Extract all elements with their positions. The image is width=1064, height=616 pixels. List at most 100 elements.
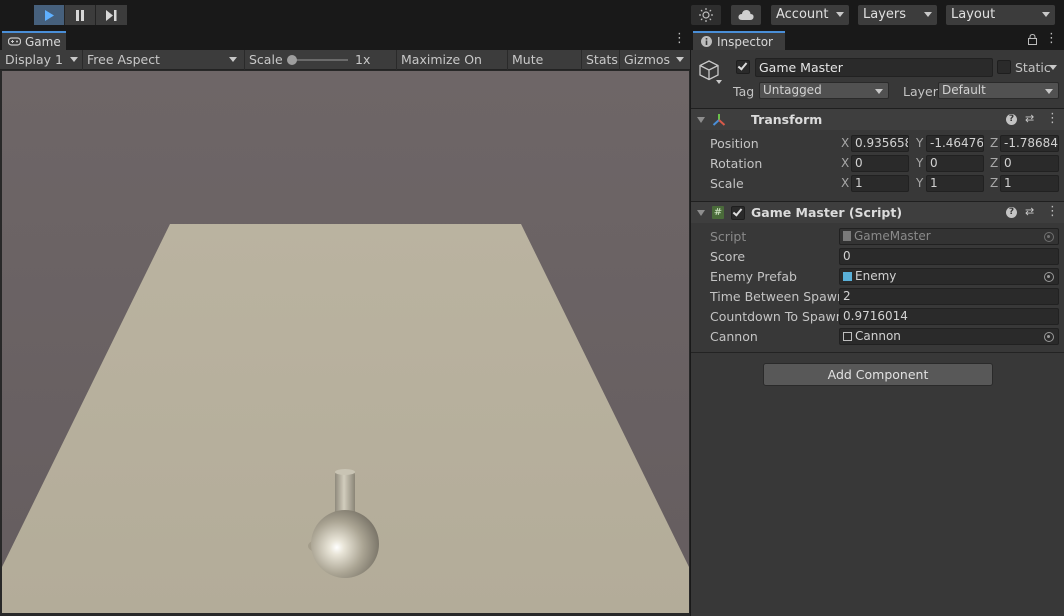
preset-icon[interactable]: ⇄: [1025, 112, 1034, 125]
pause-button[interactable]: [65, 5, 96, 25]
tab-game[interactable]: Game: [2, 31, 66, 50]
scale-y-value: 1: [930, 176, 938, 190]
scale-slider-thumb[interactable]: [287, 55, 297, 65]
scale-z-field[interactable]: 1: [1000, 175, 1059, 192]
scale-control: Scale 1x: [244, 50, 396, 70]
inspector-menu-icon[interactable]: ⋮: [1045, 32, 1058, 46]
axis-z-label: Z: [990, 136, 999, 150]
object-name-value: Game Master: [759, 60, 843, 75]
position-z-field[interactable]: -1.786842: [1000, 135, 1059, 152]
maximize-on-play-toggle[interactable]: Maximize On Play: [396, 50, 507, 86]
game-menu-icon[interactable]: ⋮: [673, 32, 686, 46]
foldout-arrow-icon[interactable]: [697, 210, 705, 216]
scale-z-value: 1: [1004, 176, 1012, 190]
help-icon[interactable]: ?: [1006, 114, 1017, 125]
step-button[interactable]: [96, 5, 127, 25]
step-icon: [106, 9, 117, 21]
script-component-header[interactable]: # Game Master (Script) ? ⇄ ⋮: [691, 201, 1064, 223]
chevron-down-icon: [70, 57, 78, 62]
chevron-down-icon: [836, 12, 844, 17]
active-checkbox[interactable]: [736, 60, 750, 74]
chevron-down-icon[interactable]: [1049, 65, 1057, 70]
chevron-down-icon: [1042, 12, 1050, 17]
game-viewport[interactable]: [2, 71, 689, 613]
axis-z-label: Z: [990, 176, 999, 190]
object-name-field[interactable]: Game Master: [755, 58, 993, 77]
enemy-prefab-label: Enemy Prefab: [710, 269, 797, 284]
enemy-prefab-value: Enemy: [855, 269, 897, 283]
script-field: GameMaster: [839, 228, 1059, 245]
layers-dropdown[interactable]: Layers: [858, 5, 937, 25]
chevron-down-icon: [1045, 89, 1053, 94]
layer-dropdown[interactable]: Default: [938, 82, 1059, 99]
tag-dropdown[interactable]: Untagged: [759, 82, 889, 99]
transform-header[interactable]: Transform ? ⇄ ⋮: [691, 108, 1064, 130]
checkmark-icon: [737, 60, 748, 71]
static-label: Static: [1015, 60, 1051, 75]
cloud-button[interactable]: [731, 5, 761, 25]
scale-y-field[interactable]: 1: [926, 175, 984, 192]
scale-label: Scale: [249, 52, 283, 67]
gizmos-dropdown[interactable]: Gizmos: [619, 50, 689, 70]
time-between-spawn-value: 2: [843, 289, 851, 303]
axis-x-label: X: [841, 156, 850, 170]
layers-label: Layers: [863, 7, 907, 22]
scale-x-field[interactable]: 1: [851, 175, 909, 192]
stats-toggle[interactable]: Stats: [581, 50, 619, 70]
position-x-field[interactable]: 0.935658: [851, 135, 909, 152]
display-dropdown[interactable]: Display 1: [0, 50, 82, 70]
position-y-field[interactable]: -1.46476: [926, 135, 984, 152]
scale-slider-track[interactable]: [290, 59, 348, 61]
rotation-x-field[interactable]: 0: [851, 155, 909, 172]
countdown-field[interactable]: 0.9716014: [839, 308, 1059, 325]
gizmos-label: Gizmos: [624, 52, 671, 67]
rotation-z-field[interactable]: 0: [1000, 155, 1059, 172]
cannon-field[interactable]: Cannon: [839, 328, 1059, 345]
tag-label: Tag: [733, 84, 755, 99]
pause-icon: [76, 9, 84, 21]
play-controls: [34, 5, 127, 25]
info-icon: [701, 36, 712, 47]
object-picker-icon[interactable]: [1044, 332, 1054, 342]
light-icon: [699, 8, 713, 22]
mute-audio-toggle[interactable]: Mute Audio: [507, 50, 581, 86]
countdown-label: Countdown To Spawn: [710, 309, 844, 324]
component-menu-icon[interactable]: ⋮: [1046, 205, 1059, 219]
enemy-prefab-field[interactable]: Enemy: [839, 268, 1059, 285]
chevron-down-icon: [676, 57, 684, 62]
help-icon[interactable]: ?: [1006, 207, 1017, 218]
script-enabled-checkbox[interactable]: [731, 206, 745, 220]
account-dropdown[interactable]: Account: [771, 5, 849, 25]
static-checkbox[interactable]: [997, 60, 1011, 74]
score-field[interactable]: 0: [839, 248, 1059, 265]
layout-dropdown[interactable]: Layout: [946, 5, 1055, 25]
cannon-barrel-top: [335, 469, 355, 475]
aspect-label: Free Aspect: [87, 52, 160, 67]
chevron-down-icon: [875, 89, 883, 94]
score-label: Score: [710, 249, 746, 264]
time-between-spawn-label: Time Between Spawn: [710, 289, 845, 304]
tab-inspector[interactable]: Inspector: [693, 31, 785, 50]
add-component-button[interactable]: Add Component: [763, 363, 993, 386]
display-label: Display 1: [5, 52, 64, 67]
aspect-dropdown[interactable]: Free Aspect: [82, 50, 244, 70]
rotation-y-field[interactable]: 0: [926, 155, 984, 172]
play-button[interactable]: [34, 5, 65, 25]
scale-label: Scale: [710, 176, 744, 191]
cannon-value: Cannon: [855, 329, 901, 343]
checkmark-icon: [732, 206, 743, 217]
lock-icon[interactable]: [1028, 34, 1037, 45]
foldout-arrow-icon[interactable]: [697, 117, 705, 123]
scale-value: 1x: [355, 52, 371, 67]
light-toggle-button[interactable]: [691, 5, 721, 25]
script-icon: #: [712, 206, 724, 219]
object-picker-icon[interactable]: [1044, 272, 1054, 282]
game-view-toolbar: Display 1 Free Aspect Scale 1x Maximize …: [0, 50, 690, 86]
gameobject-icon: [843, 332, 852, 341]
icon-dropdown-icon[interactable]: [716, 80, 722, 84]
preset-icon[interactable]: ⇄: [1025, 205, 1034, 218]
score-value: 0: [843, 249, 851, 263]
time-between-spawn-field[interactable]: 2: [839, 288, 1059, 305]
component-menu-icon[interactable]: ⋮: [1046, 112, 1059, 126]
inspector-tabbar: Inspector ⋮: [691, 30, 1064, 50]
